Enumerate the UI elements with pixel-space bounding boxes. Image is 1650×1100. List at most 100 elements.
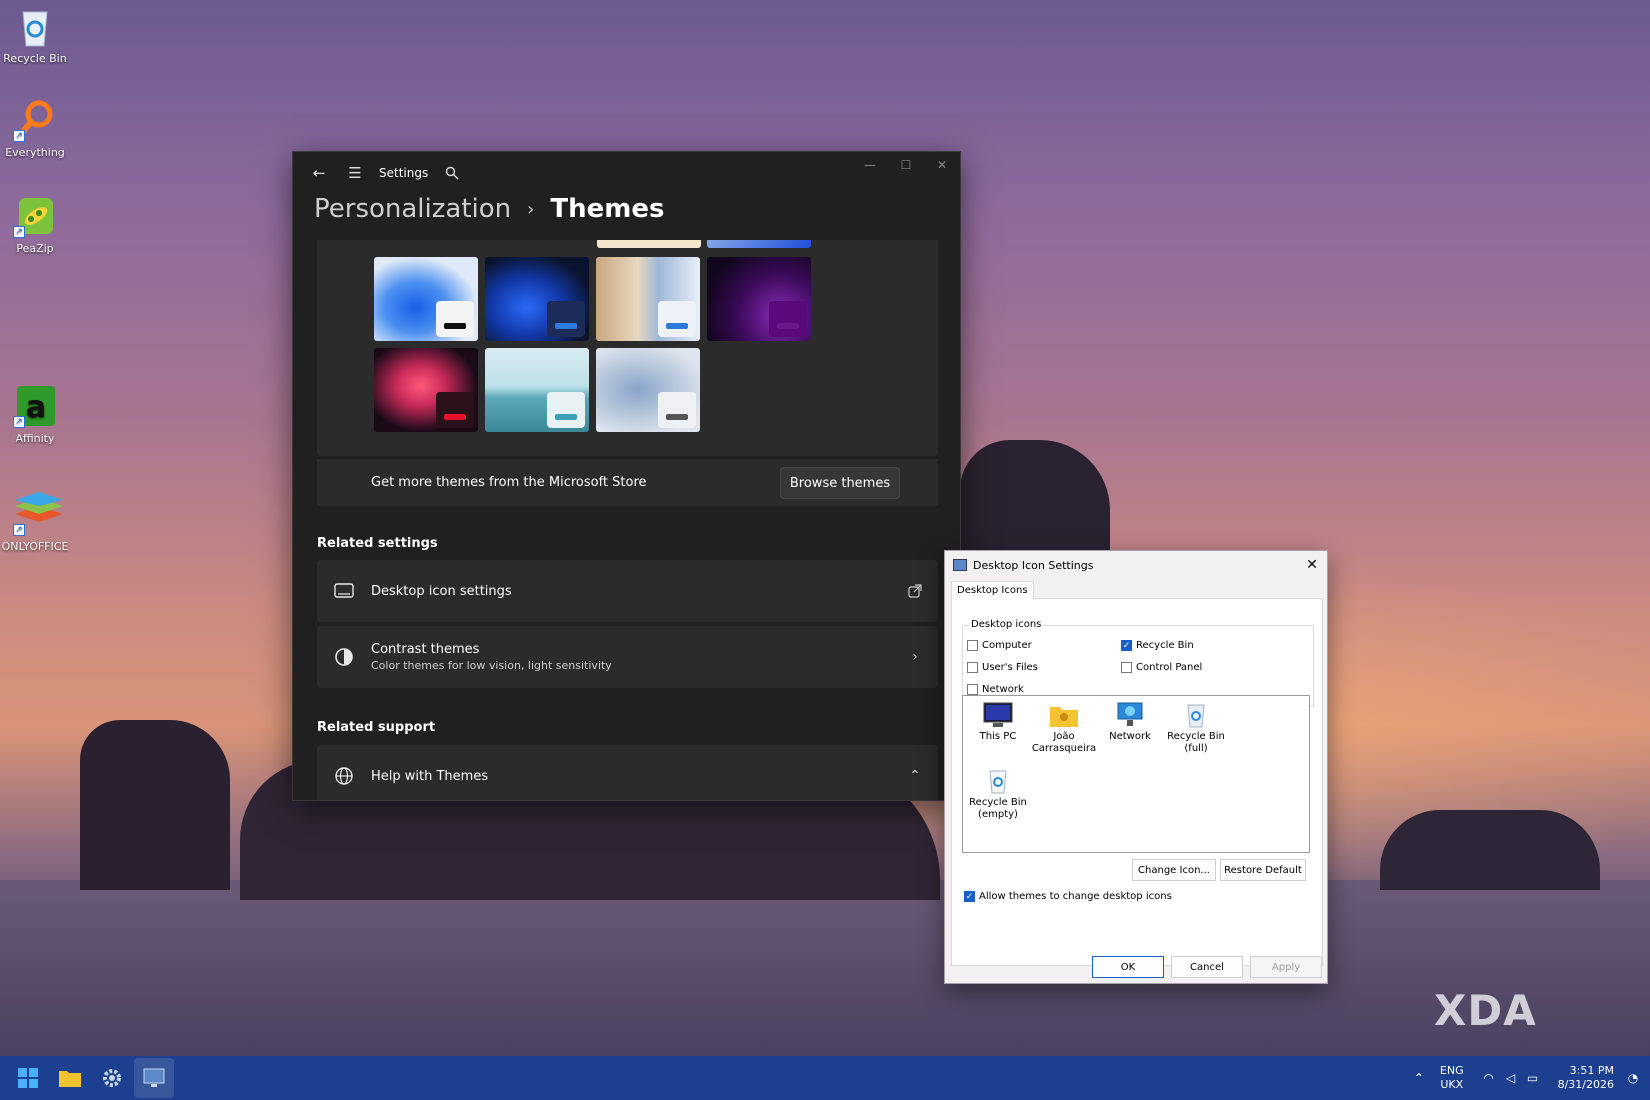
desktop-settings-taskbar-button[interactable] <box>134 1058 174 1098</box>
checkbox-label: Computer <box>982 640 1032 651</box>
notification-bell-icon[interactable]: ◔ <box>1622 1071 1644 1085</box>
checkbox-box <box>967 662 978 673</box>
users-files-checkbox[interactable]: User's Files <box>967 662 1038 673</box>
help-with-themes-card[interactable]: Help with Themes ⌃ <box>317 745 938 800</box>
desktop-icon-recycle-bin[interactable]: Recycle Bin <box>0 4 70 65</box>
shortcut-arrow-icon: ↗ <box>13 416 25 428</box>
theme-thumbnail-spotlight[interactable] <box>596 257 700 341</box>
user-folder-icon <box>1049 702 1079 728</box>
checkmark-icon: ✓ <box>964 891 975 902</box>
desktop-icon-peazip[interactable]: ↗ PeaZip <box>0 194 70 255</box>
checkbox-label: Recycle Bin <box>1136 640 1194 651</box>
browse-themes-button[interactable]: Browse themes <box>780 467 900 499</box>
computer-checkbox[interactable]: Computer <box>967 640 1032 651</box>
theme-thumbnail-sunrise[interactable] <box>485 348 589 432</box>
icon-label: Recycle Bin (full) <box>1167 731 1225 754</box>
desktop-icon-onlyoffice[interactable]: ↗ ONLYOFFICE <box>0 492 70 553</box>
settings-window: ← ☰ Settings — ☐ ✕ Personalization › The… <box>292 151 961 801</box>
icon-user-folder[interactable]: João Carrasqueira <box>1029 702 1099 755</box>
wallpaper-rock-far <box>1380 810 1600 890</box>
desktop-icon-affinity[interactable]: a ↗ Affinity <box>0 384 70 445</box>
wallpaper-rock-left <box>80 720 230 890</box>
desktop-settings-icon <box>143 1068 165 1087</box>
language-top: ENG <box>1439 1064 1464 1077</box>
dialog-title: Desktop Icon Settings <box>973 558 1094 572</box>
theme-chip <box>436 392 474 428</box>
settings-taskbar-button[interactable] <box>92 1058 132 1098</box>
icon-label: João Carrasqueira <box>1031 731 1097 754</box>
icon-recycle-bin-full[interactable]: Recycle Bin (full) <box>1161 702 1231 755</box>
back-arrow-icon[interactable]: ← <box>307 161 331 185</box>
file-explorer-button[interactable] <box>50 1058 90 1098</box>
apply-button[interactable]: Apply <box>1250 956 1322 978</box>
theme-chip <box>436 301 474 337</box>
store-text: Get more themes from the Microsoft Store <box>371 475 647 490</box>
restore-default-button[interactable]: Restore Default <box>1220 859 1306 881</box>
globe-icon <box>317 766 371 786</box>
minimize-icon[interactable]: — <box>852 152 888 178</box>
ok-button[interactable]: OK <box>1092 956 1164 978</box>
close-icon[interactable]: ✕ <box>1297 551 1327 579</box>
theme-thumbnail-windows-dark[interactable] <box>485 257 589 341</box>
checkbox-label: Allow themes to change desktop icons <box>979 891 1172 902</box>
desktop-icon-settings-card[interactable]: Desktop icon settings <box>317 560 938 622</box>
contrast-themes-card[interactable]: Contrast themes Color themes for low vis… <box>317 626 938 688</box>
theme-thumbnail-captured-motion[interactable] <box>374 348 478 432</box>
wifi-icon[interactable]: ◠ <box>1478 1071 1500 1085</box>
search-icon[interactable] <box>440 161 464 185</box>
help-with-themes-label: Help with Themes <box>371 768 489 784</box>
chevron-up-icon[interactable]: ⌃ <box>1408 1071 1430 1085</box>
language-indicator[interactable]: ENG UKX <box>1440 1064 1464 1092</box>
dialog-titlebar: Desktop Icon Settings <box>945 551 1327 579</box>
network-checkbox[interactable]: Network <box>967 684 1024 695</box>
dialog-tab-panel: Desktop icons Computer ✓ Recycle Bin Use… <box>951 598 1323 966</box>
theme-thumbnail[interactable] <box>707 240 811 248</box>
recycle-bin-empty-icon <box>983 768 1013 794</box>
wallpaper-sea <box>0 880 1650 1056</box>
start-button[interactable] <box>8 1058 48 1098</box>
system-tray: ⌃ ENG UKX ◠ ◁ ▭ 3:51 PM 8/31/2026 ◔ <box>1408 1056 1650 1100</box>
chevron-right-icon: › <box>912 649 918 665</box>
hamburger-menu-icon[interactable]: ☰ <box>343 161 367 185</box>
recycle-bin-full-icon <box>1181 702 1211 728</box>
settings-content: Get more themes from the Microsoft Store… <box>317 240 938 800</box>
allow-themes-checkbox[interactable]: ✓ Allow themes to change desktop icons <box>964 891 1172 902</box>
icon-label: This PC <box>979 731 1017 742</box>
volume-icon[interactable]: ◁ <box>1500 1071 1522 1085</box>
checkbox-box <box>1121 662 1132 673</box>
desktop-icon-everything[interactable]: ↗ Everything <box>0 98 70 159</box>
contrast-themes-description: Color themes for low vision, light sensi… <box>371 659 612 672</box>
icon-recycle-bin-empty[interactable]: Recycle Bin (empty) <box>963 768 1033 821</box>
recycle-bin-checkbox[interactable]: ✓ Recycle Bin <box>1121 640 1194 651</box>
related-settings-title: Related settings <box>317 536 438 551</box>
icon-network[interactable]: Network <box>1095 702 1165 743</box>
breadcrumb-parent[interactable]: Personalization <box>314 194 511 224</box>
theme-thumbnail[interactable] <box>597 240 701 248</box>
desktop-icon-settings-dialog: Desktop Icon Settings ✕ Desktop Icons De… <box>944 550 1328 984</box>
tab-desktop-icons[interactable]: Desktop Icons <box>951 581 1034 599</box>
checkbox-label: User's Files <box>982 662 1038 673</box>
window-controls: — ☐ ✕ <box>852 152 960 178</box>
computer-monitor-icon <box>983 702 1013 728</box>
cancel-button[interactable]: Cancel <box>1171 956 1243 978</box>
change-icon-button[interactable]: Change Icon... <box>1132 859 1216 881</box>
close-icon[interactable]: ✕ <box>924 152 960 178</box>
search-magnifier-icon: ↗ <box>13 98 57 142</box>
clock-date: 8/31/2026 <box>1557 1078 1614 1091</box>
control-panel-checkbox[interactable]: Control Panel <box>1121 662 1202 673</box>
monitor-icon <box>317 583 371 599</box>
maximize-icon[interactable]: ☐ <box>888 152 924 178</box>
battery-icon[interactable]: ▭ <box>1522 1071 1544 1085</box>
clock[interactable]: 3:51 PM 8/31/2026 <box>1558 1064 1614 1092</box>
theme-thumbnail-windows-light[interactable] <box>374 257 478 341</box>
icon-label: Recycle Bin (empty) <box>969 797 1027 820</box>
icon-this-pc[interactable]: This PC <box>963 702 1033 743</box>
taskbar: ⌃ ENG UKX ◠ ◁ ▭ 3:51 PM 8/31/2026 ◔ <box>0 1056 1650 1100</box>
onlyoffice-icon: ↗ <box>13 492 63 536</box>
xda-watermark: XDA <box>1434 986 1537 1035</box>
breadcrumb-separator-icon: › <box>527 198 535 220</box>
theme-thumbnail-flow[interactable] <box>596 348 700 432</box>
theme-thumbnail-glow[interactable] <box>707 257 811 341</box>
checkmark-icon: ✓ <box>1121 640 1132 651</box>
theme-chip <box>658 392 696 428</box>
